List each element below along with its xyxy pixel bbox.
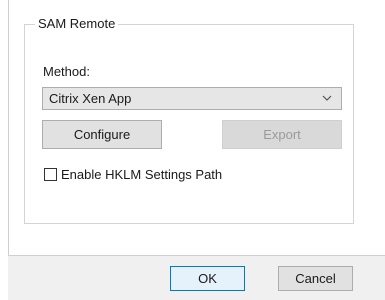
ok-button[interactable]: OK	[170, 266, 245, 291]
enable-hklm-checkbox[interactable]	[44, 168, 57, 181]
method-dropdown[interactable]: Citrix Xen App	[42, 87, 342, 110]
method-label: Method:	[43, 64, 90, 79]
chevron-down-icon	[322, 95, 332, 101]
group-title: SAM Remote	[35, 16, 119, 32]
enable-hklm-checkbox-row[interactable]: Enable HKLM Settings Path	[44, 167, 222, 182]
enable-hklm-label: Enable HKLM Settings Path	[61, 167, 223, 182]
export-button[interactable]: Export	[222, 120, 342, 149]
method-selected-value: Citrix Xen App	[49, 91, 132, 106]
cancel-button[interactable]: Cancel	[278, 266, 353, 291]
configure-button[interactable]: Configure	[42, 120, 162, 149]
